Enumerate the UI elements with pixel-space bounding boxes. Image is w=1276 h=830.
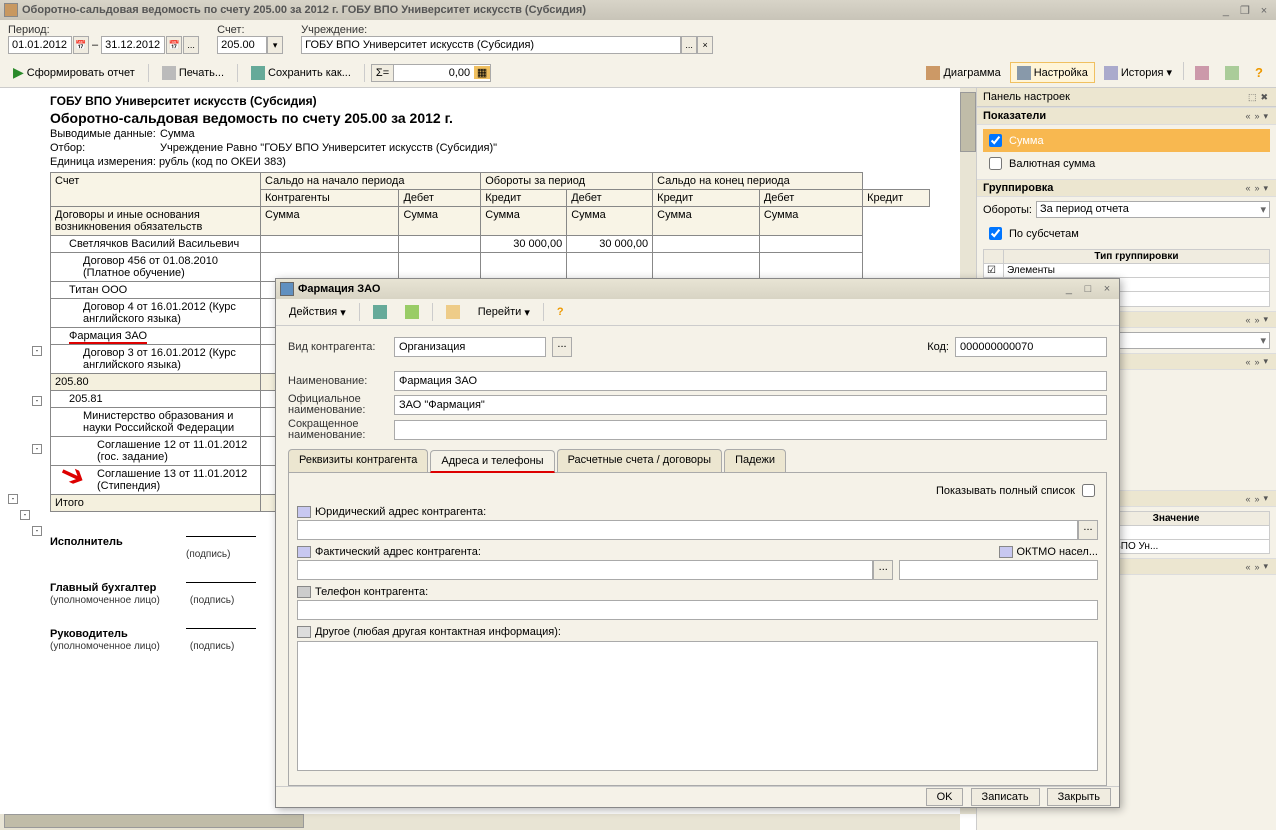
code-input[interactable] xyxy=(955,337,1107,357)
ok-button[interactable]: OK xyxy=(926,788,964,806)
org-select-button[interactable]: ... xyxy=(681,36,697,54)
tool-2[interactable] xyxy=(1218,62,1246,83)
date-to-input[interactable] xyxy=(101,36,165,54)
refresh-icon xyxy=(405,305,419,319)
app-icon xyxy=(4,3,18,17)
legal-address-select[interactable]: ... xyxy=(1078,520,1098,540)
tab-addresses[interactable]: Адреса и телефоны xyxy=(430,450,554,473)
disk-icon xyxy=(251,66,265,80)
org-label: Учреждение: xyxy=(301,24,367,36)
modal-tabs: Реквизиты контрагента Адреса и телефоны … xyxy=(288,449,1107,473)
oktmo-icon xyxy=(999,546,1013,558)
main-toolbar: ▶Сформировать отчет Печать... Сохранить … xyxy=(0,58,1276,88)
date-from-input[interactable] xyxy=(8,36,72,54)
org-clear-button[interactable]: × xyxy=(697,36,713,54)
phone-input[interactable] xyxy=(297,600,1098,620)
horizontal-scrollbar[interactable] xyxy=(0,814,960,830)
modal-close[interactable]: × xyxy=(1099,283,1115,295)
oktmo-input[interactable] xyxy=(899,560,1098,580)
indicator-sum[interactable]: Сумма xyxy=(983,129,1270,152)
modal-folder-icon[interactable] xyxy=(439,302,467,322)
name-input[interactable] xyxy=(394,371,1107,391)
contractor-dialog: Фармация ЗАО _ □ × Действия▾ Перейти▾ ? … xyxy=(275,278,1120,808)
history-button[interactable]: История▾ xyxy=(1097,62,1179,83)
window-title: Оборотно-сальдовая ведомость по счету 20… xyxy=(22,4,1218,16)
table-row[interactable]: Светлячков Василий Васильевич30 000,0030… xyxy=(51,236,930,253)
folder-icon xyxy=(446,305,460,319)
modal-save-icon[interactable] xyxy=(366,302,394,322)
calculator-icon[interactable]: ▦ xyxy=(474,66,490,79)
address-icon xyxy=(297,506,311,518)
official-name-input[interactable] xyxy=(394,395,1107,415)
legal-address-input[interactable] xyxy=(297,520,1078,540)
list-icon xyxy=(1104,66,1118,80)
panel-close-icon[interactable]: ✖ xyxy=(1258,92,1270,103)
form-report-button[interactable]: ▶Сформировать отчет xyxy=(6,61,142,84)
date-to-picker[interactable]: 📅 xyxy=(166,36,182,54)
params-bar: Период: 📅 – 📅 ... Счет: ▾ Учреждение: ..… xyxy=(0,20,1276,58)
turnover-dropdown[interactable]: За период отчета▾ xyxy=(1036,201,1270,218)
account-input[interactable] xyxy=(217,36,267,54)
save-as-button[interactable]: Сохранить как... xyxy=(244,63,358,83)
tab-requisites[interactable]: Реквизиты контрагента xyxy=(288,449,428,472)
minimize-button[interactable]: _ xyxy=(1218,5,1234,17)
short-name-input[interactable] xyxy=(394,420,1107,440)
org-title: ГОБУ ВПО Университет искусств (Субсидия) xyxy=(50,94,968,108)
print-button[interactable]: Печать... xyxy=(155,63,231,83)
actions-menu[interactable]: Действия▾ xyxy=(282,303,353,322)
date-from-picker[interactable]: 📅 xyxy=(73,36,89,54)
sum-display: Σ= 0,00 ▦ xyxy=(371,64,491,82)
report-title: Оборотно-сальдовая ведомость по счету 20… xyxy=(50,110,968,126)
write-button[interactable]: Записать xyxy=(971,788,1040,806)
modal-maximize[interactable]: □ xyxy=(1080,283,1096,295)
other-info-textarea[interactable] xyxy=(297,641,1098,771)
chart-icon xyxy=(926,66,940,80)
modal-refresh-icon[interactable] xyxy=(398,302,426,322)
period-select-button[interactable]: ... xyxy=(183,36,199,54)
close-button[interactable]: × xyxy=(1256,5,1272,17)
fact-address-select[interactable]: ... xyxy=(873,560,893,580)
type-select[interactable]: ... xyxy=(552,337,572,357)
goto-menu[interactable]: Перейти▾ xyxy=(471,303,537,322)
address-icon xyxy=(297,546,311,558)
gear-icon xyxy=(1017,66,1031,80)
tab-accounts[interactable]: Расчетные счета / договоры xyxy=(557,449,723,472)
show-full-list[interactable]: Показывать полный список xyxy=(936,481,1098,500)
fact-address-input[interactable] xyxy=(297,560,873,580)
org-input[interactable] xyxy=(301,36,681,54)
tool-1[interactable] xyxy=(1188,62,1216,83)
dialog-icon xyxy=(280,282,294,296)
note-icon xyxy=(297,626,311,638)
main-title-bar: Оборотно-сальдовая ведомость по счету 20… xyxy=(0,0,1276,20)
type-input[interactable] xyxy=(394,337,546,357)
account-dropdown[interactable]: ▾ xyxy=(267,36,283,54)
tab-cases[interactable]: Падежи xyxy=(724,449,786,472)
printer-icon xyxy=(162,66,176,80)
account-label: Счет: xyxy=(217,24,244,36)
period-label: Период: xyxy=(8,24,50,36)
phone-icon xyxy=(297,586,311,598)
disk-icon xyxy=(373,305,387,319)
diagram-button[interactable]: Диаграмма xyxy=(919,62,1007,83)
modal-help[interactable]: ? xyxy=(550,303,571,321)
modal-minimize[interactable]: _ xyxy=(1061,283,1077,295)
panel-pin-icon[interactable]: ⬚ xyxy=(1246,92,1259,103)
indicator-currency[interactable]: Валютная сумма xyxy=(983,152,1270,175)
help-button[interactable]: ? xyxy=(1248,62,1270,83)
by-subaccounts-check[interactable]: По субсчетам xyxy=(983,222,1270,245)
maximize-button[interactable]: ❐ xyxy=(1237,4,1253,17)
settings-button[interactable]: Настройка xyxy=(1010,62,1095,83)
close-button[interactable]: Закрыть xyxy=(1047,788,1111,806)
